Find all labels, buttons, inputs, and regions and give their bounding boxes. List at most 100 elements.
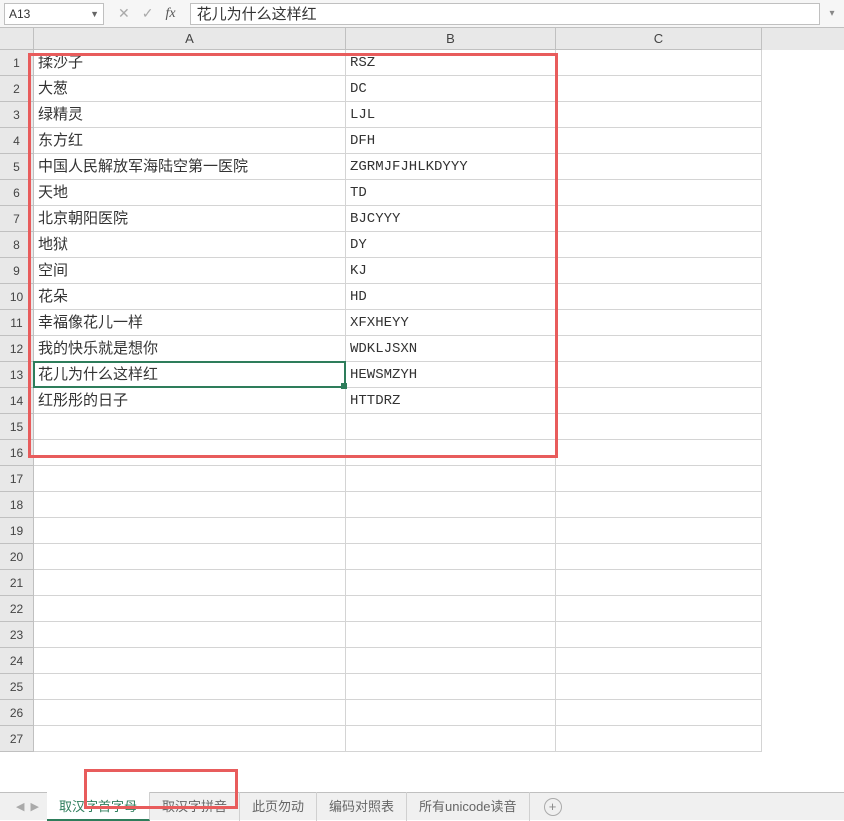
cell[interactable] bbox=[556, 648, 762, 674]
cell[interactable]: 北京朝阳医院 bbox=[34, 206, 346, 232]
cell[interactable] bbox=[556, 102, 762, 128]
row-header[interactable]: 20 bbox=[0, 544, 34, 570]
cell[interactable] bbox=[346, 570, 556, 596]
cell[interactable]: 花朵 bbox=[34, 284, 346, 310]
cell[interactable] bbox=[34, 466, 346, 492]
cell[interactable] bbox=[34, 622, 346, 648]
cell[interactable]: 花儿为什么这样红 bbox=[34, 362, 346, 388]
cell[interactable] bbox=[556, 544, 762, 570]
name-box[interactable]: A13 ▼ bbox=[4, 3, 104, 25]
row-header[interactable]: 5 bbox=[0, 154, 34, 180]
sheet-tab[interactable]: 所有unicode读音 bbox=[407, 792, 530, 821]
cell[interactable] bbox=[34, 518, 346, 544]
cell[interactable] bbox=[556, 726, 762, 752]
cell[interactable] bbox=[556, 518, 762, 544]
row-header[interactable]: 8 bbox=[0, 232, 34, 258]
accept-icon[interactable]: ✓ bbox=[142, 5, 154, 22]
cell[interactable]: 绿精灵 bbox=[34, 102, 346, 128]
sheet-tab[interactable]: 取汉字拼音 bbox=[150, 792, 240, 821]
row-header[interactable]: 11 bbox=[0, 310, 34, 336]
row-header[interactable]: 12 bbox=[0, 336, 34, 362]
row-header[interactable]: 19 bbox=[0, 518, 34, 544]
cell[interactable] bbox=[34, 414, 346, 440]
cell[interactable]: XFXHEYY bbox=[346, 310, 556, 336]
cell[interactable] bbox=[556, 206, 762, 232]
cell[interactable]: LJL bbox=[346, 102, 556, 128]
dropdown-icon[interactable]: ▼ bbox=[90, 9, 99, 19]
cell[interactable]: 红彤彤的日子 bbox=[34, 388, 346, 414]
cell[interactable]: 空间 bbox=[34, 258, 346, 284]
cell[interactable] bbox=[556, 388, 762, 414]
cell[interactable]: 天地 bbox=[34, 180, 346, 206]
cell[interactable] bbox=[556, 180, 762, 206]
sheet-tab[interactable]: 取汉字首字母 bbox=[47, 792, 150, 821]
row-header[interactable]: 17 bbox=[0, 466, 34, 492]
row-header[interactable]: 6 bbox=[0, 180, 34, 206]
row-header[interactable]: 14 bbox=[0, 388, 34, 414]
row-header[interactable]: 27 bbox=[0, 726, 34, 752]
col-header-c[interactable]: C bbox=[556, 28, 762, 50]
cell[interactable] bbox=[34, 700, 346, 726]
row-header[interactable]: 23 bbox=[0, 622, 34, 648]
fx-icon[interactable]: fx bbox=[165, 6, 175, 22]
cell[interactable] bbox=[556, 128, 762, 154]
formula-input[interactable]: 花儿为什么这样红 bbox=[190, 3, 820, 25]
cancel-icon[interactable]: ✕ bbox=[118, 5, 130, 22]
cell[interactable] bbox=[556, 700, 762, 726]
cell[interactable] bbox=[34, 544, 346, 570]
cell[interactable] bbox=[556, 466, 762, 492]
cell[interactable] bbox=[346, 596, 556, 622]
col-header-b[interactable]: B bbox=[346, 28, 556, 50]
row-header[interactable]: 16 bbox=[0, 440, 34, 466]
cell[interactable] bbox=[556, 622, 762, 648]
row-header[interactable]: 9 bbox=[0, 258, 34, 284]
row-header[interactable]: 25 bbox=[0, 674, 34, 700]
cell[interactable] bbox=[556, 336, 762, 362]
cell[interactable]: 幸福像花儿一样 bbox=[34, 310, 346, 336]
cell[interactable]: 大葱 bbox=[34, 76, 346, 102]
row-header[interactable]: 26 bbox=[0, 700, 34, 726]
cell[interactable] bbox=[556, 232, 762, 258]
cell[interactable] bbox=[556, 310, 762, 336]
cell[interactable]: DY bbox=[346, 232, 556, 258]
select-all-corner[interactable] bbox=[0, 28, 34, 50]
cell[interactable] bbox=[556, 596, 762, 622]
cell[interactable] bbox=[556, 492, 762, 518]
cell[interactable] bbox=[34, 440, 346, 466]
sheet-tab[interactable]: 此页勿动 bbox=[240, 792, 317, 821]
cell[interactable] bbox=[34, 596, 346, 622]
cell[interactable]: 我的快乐就是想你 bbox=[34, 336, 346, 362]
cell[interactable] bbox=[346, 622, 556, 648]
col-header-a[interactable]: A bbox=[34, 28, 346, 50]
cell[interactable] bbox=[556, 674, 762, 700]
cell[interactable] bbox=[346, 440, 556, 466]
cell[interactable]: 地狱 bbox=[34, 232, 346, 258]
cell[interactable] bbox=[34, 648, 346, 674]
cell[interactable]: RSZ bbox=[346, 50, 556, 76]
cell[interactable] bbox=[556, 50, 762, 76]
cell[interactable] bbox=[556, 570, 762, 596]
cell[interactable]: HEWSMZYH bbox=[346, 362, 556, 388]
cell[interactable]: DC bbox=[346, 76, 556, 102]
cell[interactable] bbox=[346, 492, 556, 518]
tab-nav-prev-icon[interactable]: ◀ bbox=[16, 800, 24, 813]
cell[interactable] bbox=[346, 466, 556, 492]
cell[interactable] bbox=[346, 726, 556, 752]
cell[interactable]: HTTDRZ bbox=[346, 388, 556, 414]
row-header[interactable]: 22 bbox=[0, 596, 34, 622]
row-header[interactable]: 4 bbox=[0, 128, 34, 154]
cell[interactable] bbox=[556, 362, 762, 388]
formula-expand-icon[interactable]: ▾ bbox=[824, 8, 840, 19]
cell[interactable] bbox=[556, 440, 762, 466]
cell[interactable] bbox=[556, 76, 762, 102]
cell[interactable] bbox=[34, 674, 346, 700]
sheet-tab[interactable]: 编码对照表 bbox=[317, 792, 407, 821]
cell[interactable] bbox=[346, 518, 556, 544]
cell[interactable]: DFH bbox=[346, 128, 556, 154]
cell[interactable]: TD bbox=[346, 180, 556, 206]
row-header[interactable]: 1 bbox=[0, 50, 34, 76]
row-header[interactable]: 2 bbox=[0, 76, 34, 102]
row-header[interactable]: 21 bbox=[0, 570, 34, 596]
cell[interactable] bbox=[346, 648, 556, 674]
cell[interactable] bbox=[346, 674, 556, 700]
